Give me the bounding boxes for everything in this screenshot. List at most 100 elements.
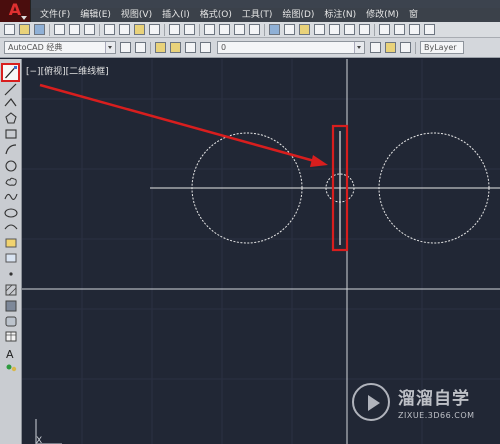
- arrow-head-icon: [310, 155, 328, 167]
- construction-line-icon[interactable]: [4, 83, 17, 96]
- ellipse-icon[interactable]: [4, 208, 18, 218]
- copy-icon[interactable]: [119, 24, 130, 35]
- hatch-icon[interactable]: [5, 284, 17, 296]
- add-selected-icon[interactable]: [6, 364, 17, 372]
- insert-block-icon[interactable]: [5, 238, 17, 248]
- open-file-icon[interactable]: [19, 24, 30, 35]
- menu-window[interactable]: 窗: [399, 8, 418, 22]
- layer-lock-icon[interactable]: [200, 42, 211, 53]
- match-properties-icon[interactable]: [149, 24, 160, 35]
- draw-toolbar: A: [0, 59, 22, 444]
- redo-icon[interactable]: [184, 24, 195, 35]
- watermark-url: ZIXUE.3D66.COM: [398, 411, 475, 420]
- chevron-down-icon: [354, 42, 364, 53]
- layer-properties-icon[interactable]: [155, 42, 166, 53]
- line-tool-icon[interactable]: [1, 63, 20, 82]
- menu-file[interactable]: 文件(F): [30, 8, 70, 22]
- arc-icon[interactable]: [5, 144, 17, 155]
- paste-icon[interactable]: [134, 24, 145, 35]
- menu-dimension[interactable]: 标注(N): [314, 8, 356, 22]
- zoom-realtime-icon[interactable]: [219, 24, 230, 35]
- drawing-canvas[interactable]: [−][俯视][二维线框] X 溜溜自学 ZIXUE.3D66.COM: [22, 59, 500, 444]
- ucs-label: X: [36, 436, 43, 444]
- region-icon[interactable]: [5, 316, 17, 327]
- play-logo-icon: [352, 383, 390, 421]
- bylayer-value: ByLayer: [424, 43, 457, 52]
- layer-value: 0: [221, 43, 227, 52]
- workspace-settings-icon[interactable]: [120, 42, 131, 53]
- workspace-dropdown[interactable]: AutoCAD 经典: [4, 41, 116, 54]
- print-preview-icon[interactable]: [69, 24, 80, 35]
- circle-icon[interactable]: [5, 160, 17, 172]
- toolbar-separator: [264, 23, 265, 36]
- markup-icon[interactable]: [329, 24, 340, 35]
- rectangle-icon[interactable]: [5, 129, 17, 139]
- revision-cloud-icon[interactable]: [5, 177, 17, 186]
- tool-palettes-icon[interactable]: [299, 24, 310, 35]
- svg-text:A: A: [6, 348, 14, 361]
- dim-style-icon[interactable]: [394, 24, 405, 35]
- menu-modify[interactable]: 修改(M): [356, 8, 399, 22]
- quickcalc-icon[interactable]: [344, 24, 355, 35]
- new-file-icon[interactable]: [4, 24, 15, 35]
- print-icon[interactable]: [54, 24, 65, 35]
- design-center-icon[interactable]: [284, 24, 295, 35]
- ellipse-arc-icon[interactable]: [4, 224, 18, 230]
- watermark-title: 溜溜自学: [398, 389, 470, 409]
- menu-bar: 文件(F) 编辑(E) 视图(V) 插入(I) 格式(O) 工具(T) 绘图(D…: [30, 8, 500, 22]
- polygon-icon[interactable]: [5, 112, 17, 124]
- toolbar-separator: [150, 41, 151, 54]
- workspace-value: AutoCAD 经典: [8, 43, 63, 52]
- layer-walk-icon[interactable]: [400, 42, 411, 53]
- pan-icon[interactable]: [204, 24, 215, 35]
- layer-dropdown[interactable]: 0: [217, 41, 365, 54]
- toolbar-separator: [374, 23, 375, 36]
- table-style-icon[interactable]: [409, 24, 420, 35]
- gradient-icon[interactable]: [5, 300, 17, 312]
- app-logo-letter: A: [8, 0, 22, 19]
- cut-icon[interactable]: [104, 24, 115, 35]
- polyline-icon[interactable]: [4, 98, 17, 107]
- layer-previous-icon[interactable]: [385, 42, 396, 53]
- help-icon[interactable]: [359, 24, 370, 35]
- menu-view[interactable]: 视图(V): [111, 8, 152, 22]
- layer-state-icon[interactable]: [170, 42, 181, 53]
- make-block-icon[interactable]: [5, 253, 17, 263]
- multiline-text-icon[interactable]: A: [6, 348, 14, 361]
- zoom-window-icon[interactable]: [234, 24, 245, 35]
- menu-draw[interactable]: 绘图(D): [272, 8, 314, 22]
- toolbar-separator: [199, 23, 200, 36]
- watermark-text: 溜溜自学 ZIXUE.3D66.COM: [398, 384, 475, 420]
- menu-tools[interactable]: 工具(T): [232, 8, 273, 22]
- draw-tool-icons: A: [1, 63, 20, 372]
- workspace-layers-toolbar: AutoCAD 经典 0 ByLayer: [0, 38, 500, 58]
- properties-icon[interactable]: [269, 24, 280, 35]
- layer-freeze-icon[interactable]: [185, 42, 196, 53]
- standard-toolbar: [0, 22, 500, 38]
- menu-format[interactable]: 格式(O): [190, 8, 232, 22]
- save-icon[interactable]: [34, 24, 45, 35]
- mleader-style-icon[interactable]: [424, 24, 435, 35]
- spline-icon[interactable]: [4, 193, 18, 200]
- watermark: 溜溜自学 ZIXUE.3D66.COM: [352, 375, 500, 429]
- toolbar-separator: [415, 41, 416, 54]
- toolbar-separator: [164, 23, 165, 36]
- publish-icon[interactable]: [84, 24, 95, 35]
- menu-edit[interactable]: 编辑(E): [70, 8, 111, 22]
- menu-insert[interactable]: 插入(I): [152, 8, 190, 22]
- color-control-dropdown[interactable]: ByLayer: [420, 41, 464, 54]
- make-current-layer-icon[interactable]: [370, 42, 381, 53]
- text-style-icon[interactable]: [379, 24, 390, 35]
- table-icon[interactable]: [5, 331, 17, 342]
- autocad-window: A 文件(F) 编辑(E) 视图(V) 插入(I) 格式(O) 工具(T) 绘图…: [0, 0, 500, 444]
- viewport-label[interactable]: [−][俯视][二维线框]: [26, 64, 109, 77]
- customize-icon[interactable]: [135, 42, 146, 53]
- toolbar-separator: [99, 23, 100, 36]
- zoom-previous-icon[interactable]: [249, 24, 260, 35]
- chevron-down-icon: [105, 42, 115, 53]
- sheet-set-icon[interactable]: [314, 24, 325, 35]
- undo-icon[interactable]: [169, 24, 180, 35]
- toolbar-separator: [49, 23, 50, 36]
- application-menu-button[interactable]: A: [0, 0, 31, 22]
- point-icon[interactable]: [9, 272, 13, 276]
